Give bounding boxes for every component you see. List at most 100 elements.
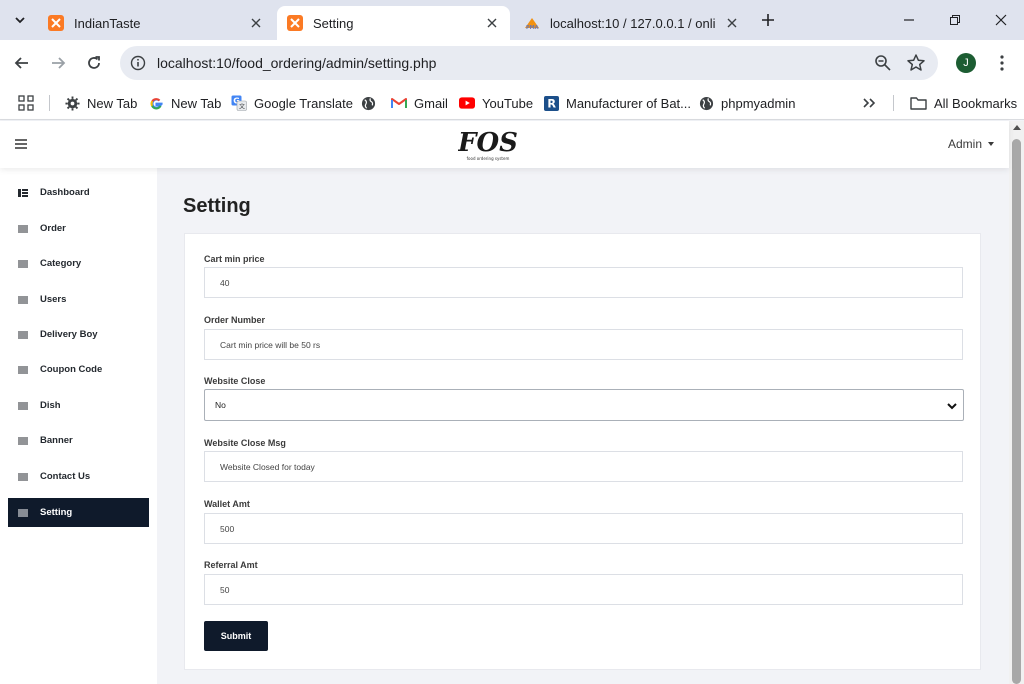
bookmark-label: New Tab bbox=[171, 95, 222, 111]
order-number-label: Order Number bbox=[204, 315, 266, 325]
sidebar-item-delivery-boy[interactable]: Delivery Boy bbox=[8, 320, 149, 349]
sidebar-item-dashboard[interactable]: Dashboard bbox=[8, 178, 149, 207]
scroll-up-arrow-icon[interactable] bbox=[1013, 125, 1021, 130]
page-scrollbar[interactable] bbox=[1009, 121, 1024, 684]
sidebar-item-banner[interactable]: Banner bbox=[8, 426, 149, 455]
list-icon bbox=[18, 224, 28, 233]
referral-amt-input[interactable]: 50 bbox=[204, 574, 963, 605]
new-tab-button[interactable] bbox=[758, 10, 778, 30]
apps-button[interactable] bbox=[18, 91, 34, 115]
order-number-input[interactable]: Cart min price will be 50 rs bbox=[204, 329, 963, 360]
sidebar-item-label: Users bbox=[40, 294, 67, 305]
sidebar-item-coupon-code[interactable]: Coupon Code bbox=[8, 355, 149, 384]
bookmark-google-translate[interactable]: G文 Google Translate bbox=[231, 91, 353, 115]
bookmark-label: Manufacturer of Bat... bbox=[566, 95, 692, 111]
bookmark-phpmyadmin[interactable]: phpmyadmin bbox=[698, 91, 795, 115]
bookmark-new-tab-1[interactable]: New Tab bbox=[64, 91, 137, 115]
address-bar[interactable]: localhost:10/food_ordering/admin/setting… bbox=[120, 46, 938, 80]
bookmark-label: Google Translate bbox=[254, 95, 354, 111]
all-bookmarks-button[interactable]: All Bookmarks bbox=[909, 91, 1017, 115]
logo-text: FOS bbox=[458, 129, 518, 158]
cart-min-price-label: Cart min price bbox=[204, 254, 265, 264]
restore-icon bbox=[950, 15, 960, 25]
plus-icon bbox=[762, 14, 774, 26]
sidebar-item-contact-us[interactable]: Contact Us bbox=[8, 462, 149, 491]
tab-search-button[interactable] bbox=[8, 8, 32, 32]
submit-button[interactable]: Submit bbox=[204, 621, 268, 651]
back-button[interactable] bbox=[10, 51, 34, 75]
tab-title: IndianTaste bbox=[74, 15, 141, 31]
settings-form-card: Cart min price 40 Order Number Cart min … bbox=[184, 233, 981, 670]
website-close-msg-input[interactable]: Website Closed for today bbox=[204, 451, 963, 482]
forward-button[interactable] bbox=[46, 51, 70, 75]
minimize-button[interactable] bbox=[897, 8, 921, 32]
more-bookmarks-button[interactable] bbox=[862, 91, 876, 115]
list-icon bbox=[18, 401, 28, 410]
list-icon bbox=[18, 436, 28, 445]
bookmark-youtube[interactable]: YouTube bbox=[459, 91, 533, 115]
wallet-amt-label: Wallet Amt bbox=[204, 499, 250, 509]
sidebar-item-order[interactable]: Order bbox=[8, 214, 149, 243]
tab-indiantaste[interactable]: IndianTaste bbox=[38, 6, 274, 40]
logo-subtext: food ordering system bbox=[467, 156, 510, 161]
bookmark-label: New Tab bbox=[87, 95, 138, 111]
wallet-amt-input[interactable]: 500 bbox=[204, 513, 963, 544]
app-header: FOS food ordering system Admin bbox=[0, 121, 1009, 168]
sidebar-item-label: Setting bbox=[40, 507, 73, 518]
r-icon: R bbox=[543, 95, 559, 111]
profile-avatar[interactable]: J bbox=[956, 53, 976, 73]
close-icon[interactable] bbox=[248, 15, 264, 31]
sidebar-item-setting[interactable]: Setting bbox=[8, 498, 149, 527]
reload-button[interactable] bbox=[82, 51, 106, 75]
close-window-button[interactable] bbox=[989, 8, 1013, 32]
bookmark-separator bbox=[49, 95, 50, 111]
reload-icon bbox=[88, 56, 100, 69]
admin-dropdown[interactable]: Admin bbox=[948, 137, 995, 151]
bookmark-new-tab-2[interactable]: New Tab bbox=[148, 91, 221, 115]
sidebar-item-label: Dashboard bbox=[40, 187, 90, 198]
youtube-icon bbox=[459, 95, 475, 111]
bookmark-manufacturer[interactable]: R Manufacturer of Bat... bbox=[543, 91, 691, 115]
translate-icon: G文 bbox=[231, 95, 247, 111]
google-icon bbox=[148, 95, 164, 111]
globe-icon bbox=[698, 95, 714, 111]
folder-icon bbox=[909, 95, 927, 111]
scrollbar-thumb[interactable] bbox=[1012, 139, 1021, 684]
zoom-icon[interactable] bbox=[874, 54, 892, 72]
website-close-select[interactable]: No bbox=[204, 389, 964, 421]
tab-setting[interactable]: Setting bbox=[277, 6, 510, 40]
website-close-value: No bbox=[215, 400, 226, 410]
close-icon[interactable] bbox=[724, 15, 740, 31]
restore-button[interactable] bbox=[943, 8, 967, 32]
sidebar-item-dish[interactable]: Dish bbox=[8, 391, 149, 420]
all-bookmarks-label: All Bookmarks bbox=[934, 95, 1018, 111]
sidebar-item-users[interactable]: Users bbox=[8, 285, 149, 314]
list-icon bbox=[18, 472, 28, 481]
sidebar: Dashboard Order Category Users Delivery … bbox=[0, 168, 157, 684]
cart-min-price-input[interactable]: 40 bbox=[204, 267, 963, 298]
bookmark-gmail[interactable]: Gmail bbox=[391, 91, 448, 115]
browser-toolbar: localhost:10/food_ordering/admin/setting… bbox=[0, 40, 1024, 86]
bookmark-label: Gmail bbox=[414, 95, 448, 111]
fos-logo[interactable]: FOS food ordering system bbox=[457, 128, 518, 163]
bookmark-globe[interactable] bbox=[360, 91, 376, 115]
sidebar-item-label: Contact Us bbox=[40, 471, 91, 482]
tab-phpmyadmin[interactable]: PMA localhost:10 / 127.0.0.1 / online bbox=[514, 6, 750, 40]
website-close-msg-label: Website Close Msg bbox=[204, 438, 286, 448]
caret-down-icon bbox=[988, 142, 995, 146]
sidebar-item-category[interactable]: Category bbox=[8, 249, 149, 278]
tab-title: localhost:10 / 127.0.0.1 / online bbox=[550, 15, 716, 31]
sidebar-item-label: Delivery Boy bbox=[40, 329, 98, 340]
more-menu-icon[interactable] bbox=[993, 53, 1011, 73]
menu-toggle-icon[interactable] bbox=[14, 137, 28, 151]
svg-text:PMA: PMA bbox=[526, 25, 539, 30]
site-info-icon[interactable] bbox=[128, 53, 148, 73]
close-icon[interactable] bbox=[484, 15, 500, 31]
chevron-down-icon bbox=[947, 403, 957, 410]
star-icon[interactable] bbox=[906, 53, 926, 73]
minimize-icon bbox=[904, 19, 914, 21]
sidebar-item-label: Dish bbox=[40, 400, 61, 411]
xampp-icon bbox=[287, 15, 303, 31]
website-close-label: Website Close bbox=[204, 376, 266, 386]
sidebar-item-label: Category bbox=[40, 258, 82, 269]
